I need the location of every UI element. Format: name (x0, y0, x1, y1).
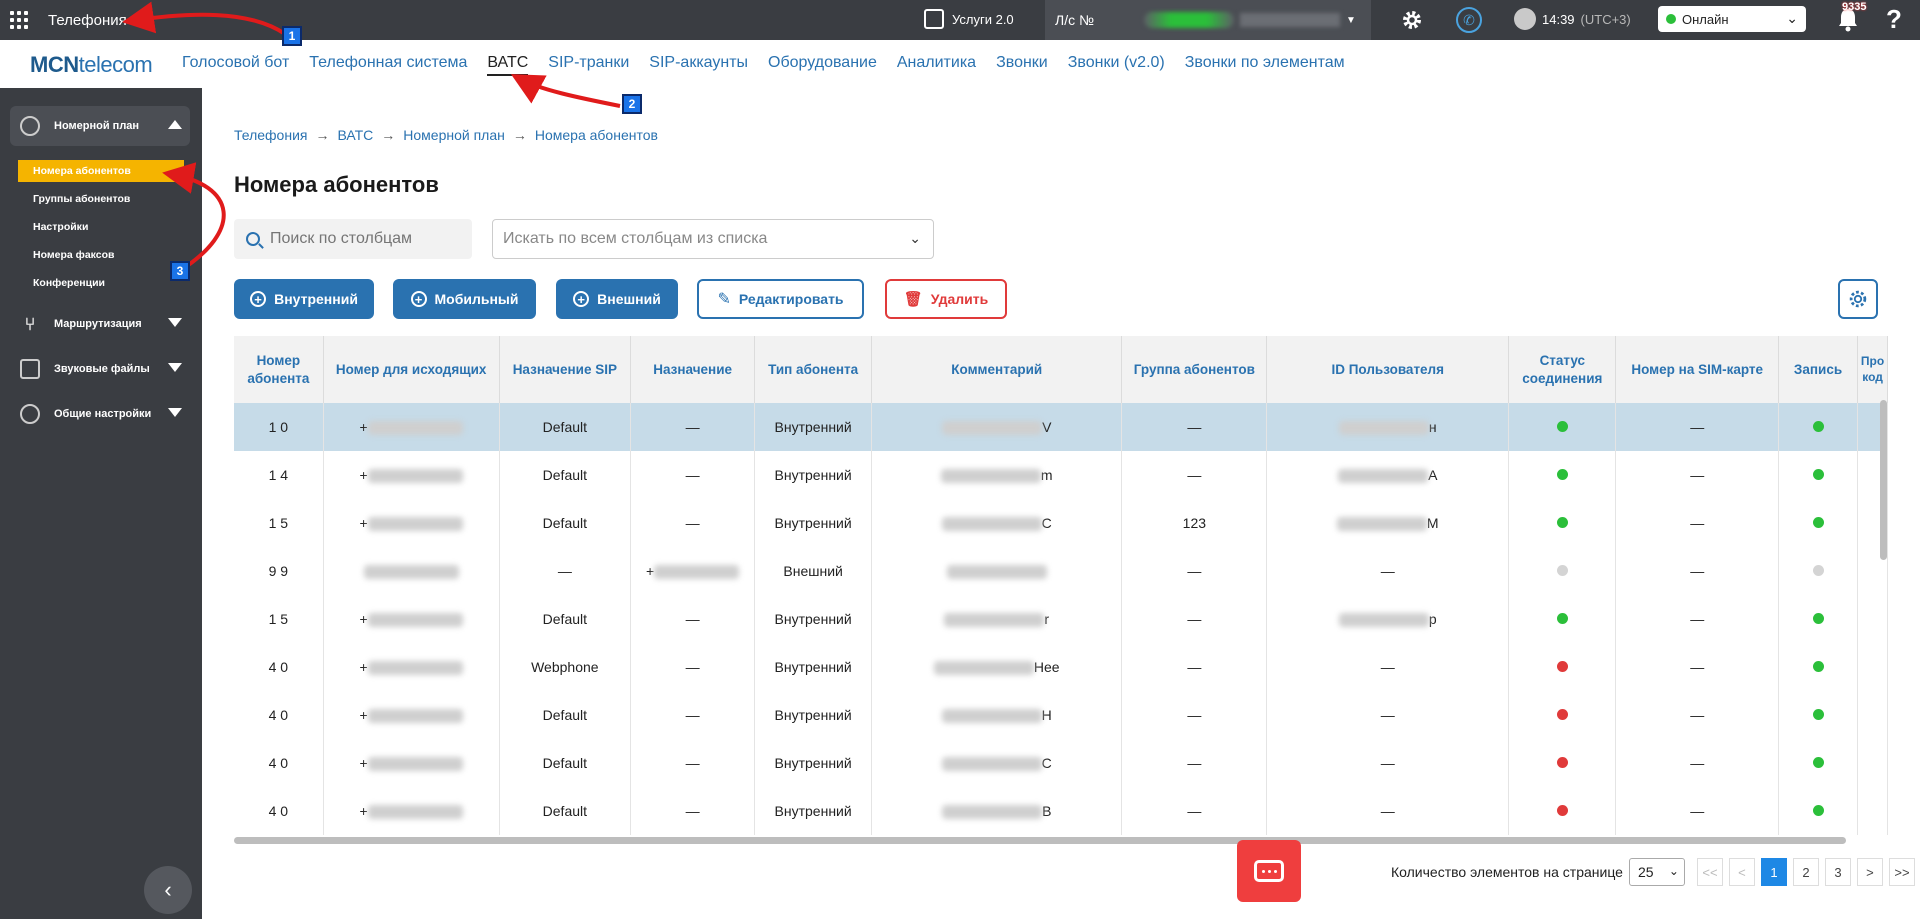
annotation-arrow-3 (162, 162, 226, 274)
annotation-badge: 2 (622, 94, 642, 114)
annotation-badge: 3 (170, 261, 190, 281)
annotation-arrows (122, 1, 621, 274)
annotation-arrow-2 (510, 74, 621, 108)
annotation-arrow-1 (122, 1, 287, 36)
annotation-badge: 1 (282, 26, 302, 46)
